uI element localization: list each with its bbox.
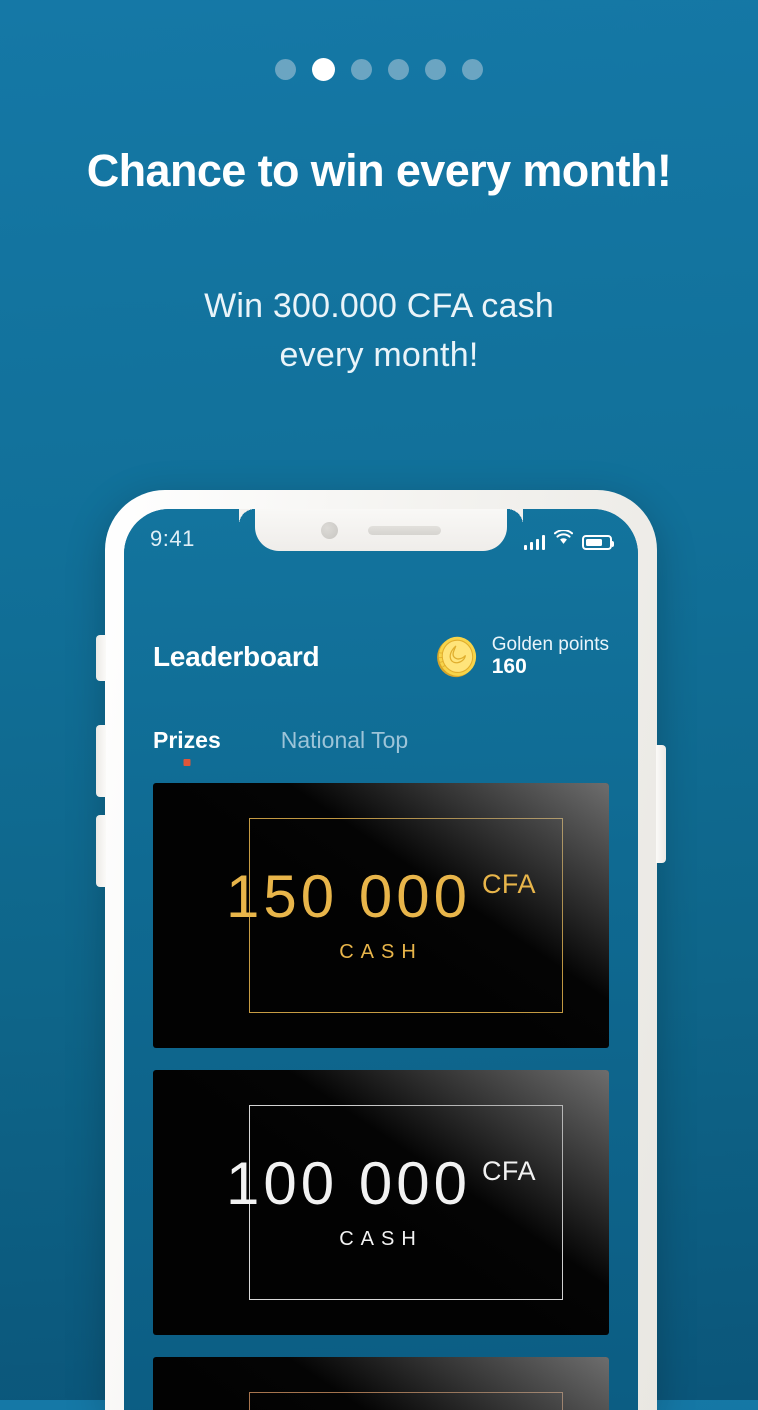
subtitle-line-1: Win 300.000 CFA cash xyxy=(204,287,554,325)
prize-card-list[interactable]: 150 000 CFA CASH 100 000 CFA CASH xyxy=(153,783,609,1410)
signal-bars-icon xyxy=(523,535,545,550)
golden-points-label: Golden points xyxy=(491,634,609,656)
prize-card-body: 100 000 CFA CASH xyxy=(153,1070,609,1335)
phone-power-button[interactable] xyxy=(656,745,666,863)
app-header: Leaderboard Golden points 160 xyxy=(153,634,609,679)
battery-icon xyxy=(582,535,614,550)
pagination-dot-active[interactable] xyxy=(312,58,335,81)
phone-notch xyxy=(239,509,507,551)
tab-prizes[interactable]: Prizes xyxy=(153,727,221,766)
golden-points-widget[interactable]: Golden points 160 xyxy=(434,634,609,679)
pagination-dot[interactable] xyxy=(462,59,483,80)
subtitle-line-2: every month! xyxy=(279,336,479,375)
prize-amount-row: 150 000 CFA xyxy=(226,867,536,927)
prize-amount-row: 100 000 CFA xyxy=(226,1154,536,1214)
page-title: Leaderboard xyxy=(153,640,320,672)
prize-currency: CFA xyxy=(481,869,536,899)
earpiece-speaker xyxy=(368,525,441,535)
golden-points-value: 160 xyxy=(491,655,527,679)
pagination-dot[interactable] xyxy=(275,59,296,80)
prize-card-body: 150 000 CFA CASH xyxy=(153,783,609,1048)
pagination-dot[interactable] xyxy=(351,59,372,80)
wifi-icon xyxy=(553,529,574,550)
prize-currency: CFA xyxy=(481,1156,536,1186)
pagination-dot[interactable] xyxy=(388,59,409,80)
tab-active-indicator xyxy=(183,759,191,766)
prize-card[interactable]: 100 000 CFA CASH xyxy=(153,1070,609,1335)
front-camera-icon xyxy=(321,521,338,539)
pagination-dots[interactable] xyxy=(0,58,758,81)
phone-volume-up-button[interactable] xyxy=(96,725,106,797)
pagination-dot[interactable] xyxy=(425,59,446,80)
prize-card-body: 50 000 CFA CASH xyxy=(153,1357,609,1410)
prize-amount: 150 000 xyxy=(226,863,471,930)
app-content: Leaderboard Golden points 160 Prizes Nat… xyxy=(124,509,638,1410)
tab-national-top[interactable]: National Top xyxy=(281,727,408,754)
status-bar-icons xyxy=(523,529,614,550)
status-bar-clock: 9:41 xyxy=(150,526,195,551)
phone-mockup: 9:41 Leaderboard Golden points 160 Prize… xyxy=(96,490,666,1410)
phone-screen: 9:41 Leaderboard Golden points 160 Prize… xyxy=(124,509,638,1410)
phone-volume-down-button[interactable] xyxy=(96,815,106,887)
prize-card[interactable]: 150 000 CFA CASH xyxy=(153,783,609,1048)
phone-silent-switch[interactable] xyxy=(96,635,106,681)
prize-amount: 100 000 xyxy=(226,1150,471,1217)
page-headline: Chance to win every month! xyxy=(86,145,672,196)
tab-national-top-label: National Top xyxy=(280,727,409,753)
tab-bar: Prizes National Top xyxy=(153,727,609,766)
prize-card[interactable]: 50 000 CFA CASH xyxy=(153,1357,609,1410)
golden-points-text: Golden points 160 xyxy=(492,634,609,679)
gold-coin-icon xyxy=(436,636,476,678)
prize-subtitle: CASH xyxy=(339,941,423,963)
page-subtitle: Win 300.000 CFA cash every month! xyxy=(0,282,758,381)
prize-subtitle: CASH xyxy=(339,1228,423,1250)
tab-prizes-label: Prizes xyxy=(153,727,221,753)
